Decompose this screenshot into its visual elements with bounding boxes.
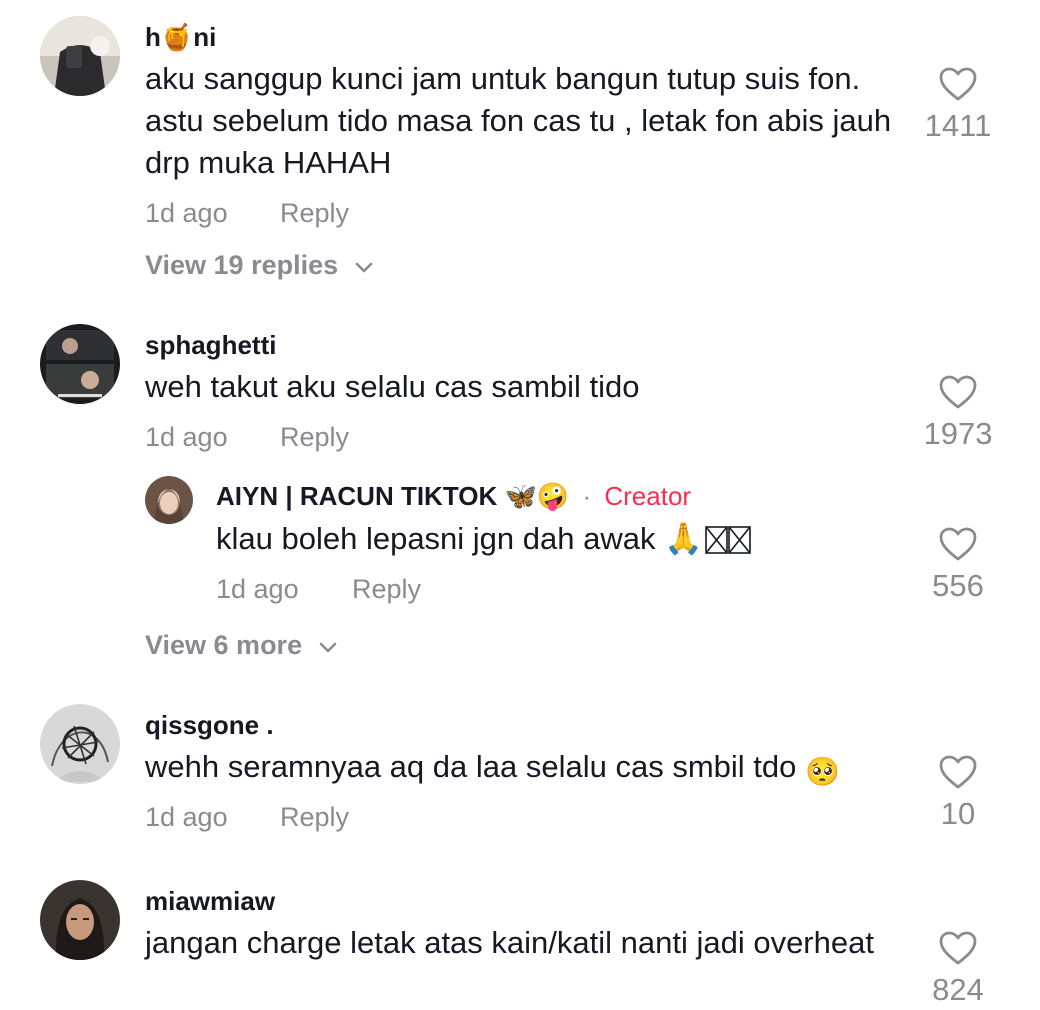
comment-timestamp: 1d ago xyxy=(145,422,228,452)
comment-username[interactable]: h🍯ni xyxy=(145,22,216,53)
comment-timestamp: 1d ago xyxy=(145,802,228,832)
reply-text-content: klau boleh lepasni jgn dah awak 🙏 xyxy=(216,521,703,556)
heart-outline-icon xyxy=(913,526,1003,562)
comment-text-content: wehh seramnyaa aq da laa selalu cas smbi… xyxy=(145,749,797,784)
heart-outline-icon xyxy=(913,930,1003,966)
chevron-down-icon xyxy=(354,251,374,282)
reply-text: klau boleh lepasni jgn dah awak 🙏 xyxy=(216,518,906,566)
separator-dot: · xyxy=(582,481,592,511)
creator-badge: Creator xyxy=(604,481,692,511)
view-replies-button[interactable]: View 19 replies xyxy=(145,250,374,282)
like-button[interactable]: 824 xyxy=(913,930,1003,1008)
reply-button[interactable]: Reply xyxy=(280,198,349,229)
like-count: 824 xyxy=(932,972,984,1007)
reply-button[interactable]: Reply xyxy=(280,422,349,453)
reply-button[interactable]: Reply xyxy=(352,574,421,605)
view-replies-label: View 19 replies xyxy=(145,250,339,280)
avatar[interactable] xyxy=(145,476,193,524)
view-more-label: View 6 more xyxy=(145,630,303,660)
comment-text: wehh seramnyaa aq da laa selalu cas smbi… xyxy=(145,746,905,793)
heart-outline-icon xyxy=(913,374,1003,410)
like-button[interactable]: 10 xyxy=(913,754,1003,832)
avatar[interactable] xyxy=(40,324,120,404)
avatar[interactable] xyxy=(40,16,120,96)
avatar[interactable] xyxy=(40,880,120,960)
heart-outline-icon xyxy=(913,754,1003,790)
pleading-face-emoji: 🥺 xyxy=(805,756,840,787)
comment-username[interactable]: sphaghetti xyxy=(145,330,276,361)
reply-username-text: AIYN | RACUN TIKTOK 🦋🤪 xyxy=(216,481,570,511)
like-count: 556 xyxy=(932,568,984,603)
heart-outline-icon xyxy=(913,66,1003,102)
missing-glyph-boxes xyxy=(704,524,751,566)
like-button[interactable]: 1973 xyxy=(913,374,1003,452)
reply-timestamp: 1d ago xyxy=(216,574,299,604)
avatar[interactable] xyxy=(40,704,120,784)
chevron-down-icon xyxy=(318,631,338,662)
comment-text: jangan charge letak atas kain/katil nant… xyxy=(145,925,874,960)
comment-timestamp: 1d ago xyxy=(145,198,228,228)
like-count: 1973 xyxy=(923,416,993,451)
view-more-replies-button[interactable]: View 6 more xyxy=(145,630,338,662)
comment-username[interactable]: miawmiaw xyxy=(145,886,275,917)
like-button[interactable]: 1411 xyxy=(913,66,1003,144)
reply-button[interactable]: Reply xyxy=(280,802,349,833)
comment-text: weh takut aku selalu cas sambil tido xyxy=(145,369,640,404)
comment-username[interactable]: qissgone . xyxy=(145,710,274,741)
like-count: 1411 xyxy=(924,108,992,143)
like-button[interactable]: 556 xyxy=(913,526,1003,604)
reply-username[interactable]: AIYN | RACUN TIKTOK 🦋🤪 · Creator xyxy=(216,481,691,512)
like-count: 10 xyxy=(940,796,976,831)
comment-text: aku sanggup kunci jam untuk bangun tutup… xyxy=(145,61,892,180)
